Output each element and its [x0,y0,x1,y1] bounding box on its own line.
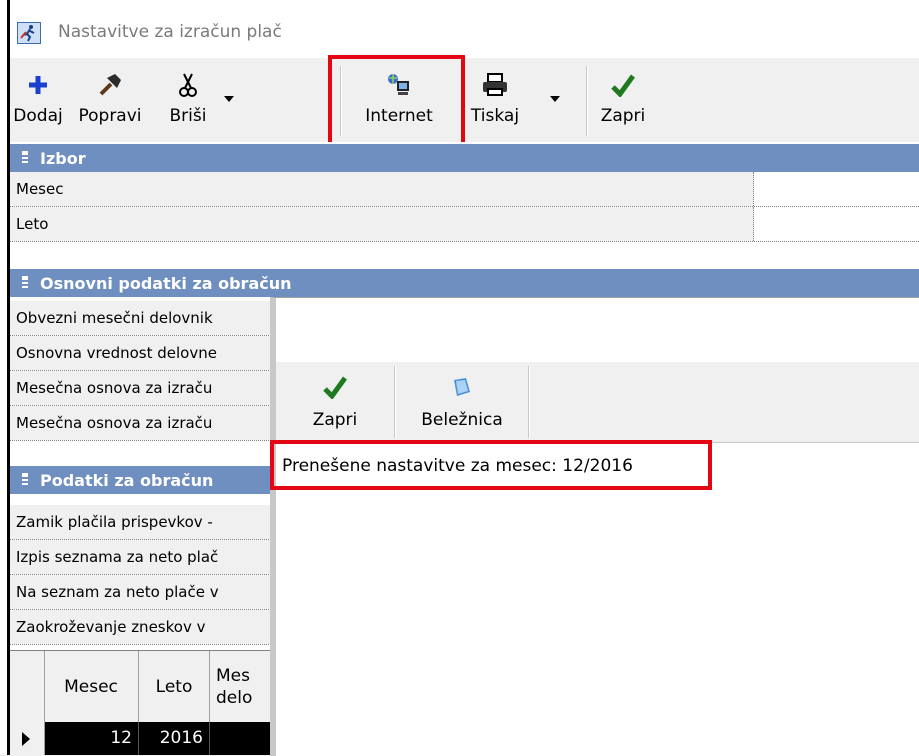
table-cell[interactable]: 2016 [139,722,210,755]
printer-icon [458,70,532,100]
scissors-icon [156,70,220,100]
edit-button-label: Popravi [78,106,142,126]
property-name: Leto [10,207,754,241]
toolbar-separator [528,366,529,438]
print-button[interactable]: Tiskaj [458,62,560,138]
group-title: Podatki za obračun [40,471,214,490]
group-title: Izbor [40,149,86,168]
notepad-button[interactable]: Beležnica [400,362,524,442]
hammer-icon [68,70,152,100]
title-bar: Nastavitve za izračun plač [10,0,919,58]
property-name: Mesec [10,172,754,206]
add-button-label: Dodaj [13,106,63,126]
property-row[interactable]: Mesec [10,172,919,207]
print-dropdown-arrow-icon[interactable] [550,96,560,102]
window-left-border [0,0,10,755]
property-row[interactable]: Leto [10,207,919,242]
checkmark-icon [590,70,656,100]
column-header-leto[interactable]: Leto [139,651,210,723]
collapse-grip-icon [22,276,28,290]
property-value[interactable] [755,207,919,241]
group-title: Osnovni podatki za obračun [40,274,292,293]
close-button-label: Zapri [600,106,646,126]
collapse-grip-icon [22,151,28,165]
close-button[interactable]: Zapri [590,62,656,138]
delete-button[interactable]: Briši [156,62,234,138]
column-header-mesec[interactable]: Mesec [44,651,139,723]
toolbar-separator [586,66,587,136]
notepad-button-label: Beležnica [421,410,503,430]
print-button-label: Tiskaj [470,106,520,126]
group-header-osnovni[interactable]: Osnovni podatki za obračun [10,269,919,297]
window-title: Nastavitve za izračun plač [58,22,282,42]
popup-toolbar: Zapri Beležnica [276,362,919,443]
add-button[interactable]: Dodaj [10,62,66,138]
toolbar-separator [394,366,395,438]
plus-icon [10,70,66,100]
table-cell[interactable]: 12 [44,722,139,755]
popup-close-button[interactable]: Zapri [280,362,390,442]
collapse-grip-icon [22,473,28,487]
group-header-izbor[interactable]: Izbor [10,144,919,172]
running-man-icon [17,22,41,44]
delete-button-label: Briši [169,106,207,126]
notepad-icon [400,372,524,402]
edit-button[interactable]: Popravi [68,62,152,138]
delete-dropdown-arrow-icon[interactable] [224,96,234,102]
checkmark-icon [280,372,390,402]
row-selector-header [10,651,45,723]
property-value[interactable] [755,172,919,206]
transfer-log-window: Zapri Beležnica Prenešene nastavitve za … [270,297,919,756]
internet-highlight-box [328,55,465,149]
log-text-highlight-box [270,440,712,490]
popup-close-label: Zapri [312,410,358,430]
current-row-arrow-icon [10,722,45,755]
